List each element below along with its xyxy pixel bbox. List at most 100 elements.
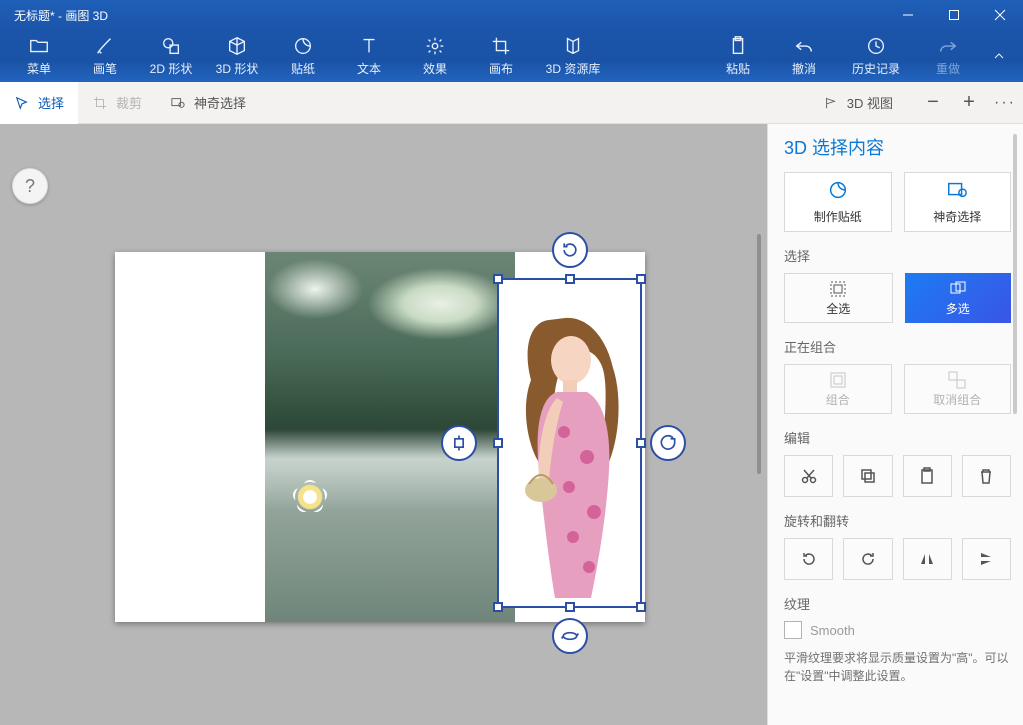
panel-title: 3D 选择内容 [784,134,1011,160]
window-close-button[interactable] [977,0,1023,30]
depth-control[interactable] [441,425,477,461]
ribbon-effect-button[interactable]: 效果 [402,30,468,82]
resize-handle-n[interactable] [565,274,575,284]
ribbon-brush-button[interactable]: 画笔 [72,30,138,82]
crop-small-icon [92,95,108,111]
ribbon-paste-button[interactable]: 粘贴 [705,30,771,82]
resize-handle-ne[interactable] [636,274,646,284]
zoom-out-button[interactable]: − [915,82,951,124]
ribbon-collapse-button[interactable] [981,30,1017,82]
flip-vertical-button[interactable] [962,538,1011,580]
ribbon-redo-label: 重做 [936,60,960,77]
tool-crop-label: 裁剪 [116,93,142,112]
cube-icon [226,35,248,57]
magic-select-card[interactable]: 神奇选择 [904,172,1012,232]
resize-handle-w[interactable] [493,438,503,448]
tool-crop[interactable]: 裁剪 [78,82,156,124]
ribbon-effect-label: 效果 [423,60,447,77]
ribbon-3d-shapes-button[interactable]: 3D 形状 [204,30,270,82]
flag-icon [823,95,839,111]
ribbon-redo-button[interactable]: 重做 [915,30,981,82]
rotate-xy-control[interactable] [552,618,588,654]
resize-handle-sw[interactable] [493,602,503,612]
make-sticker-card[interactable]: 制作贴纸 [784,172,892,232]
ribbon-text-label: 文本 [357,60,381,77]
brush-icon [94,35,116,57]
make-sticker-label: 制作贴纸 [814,208,862,225]
ribbon-2d-shapes-button[interactable]: 2D 形状 [138,30,204,82]
select-all-label: 全选 [826,300,850,317]
rotate-z-control[interactable] [552,232,588,268]
undo-icon [793,35,815,57]
ribbon-undo-button[interactable]: 撤消 [771,30,837,82]
rotate-ccw-button[interactable] [784,538,833,580]
help-button[interactable]: ? [12,168,48,204]
cut-button[interactable] [784,455,833,497]
ribbon-sticker-button[interactable]: 贴纸 [270,30,336,82]
window-minimize-button[interactable] [885,0,931,30]
selection-box[interactable] [497,278,642,608]
paste-icon [727,35,749,57]
delete-button[interactable] [962,455,1011,497]
smooth-checkbox-row[interactable]: Smooth [784,621,1011,639]
ribbon-3dlib-label: 3D 资源库 [546,60,601,77]
magic-card-icon [946,179,968,204]
ribbon-undo-label: 撤消 [792,60,816,77]
tool-magic-label: 神奇选择 [194,93,246,112]
smooth-checkbox[interactable] [784,621,802,639]
resize-handle-nw[interactable] [493,274,503,284]
ungroup-label: 取消组合 [933,391,981,408]
ungroup-button[interactable]: 取消组合 [904,364,1012,414]
group-button[interactable]: 组合 [784,364,892,414]
crop-icon [490,35,512,57]
text-icon [358,35,380,57]
more-button[interactable]: ··· [987,94,1023,112]
view-3d-toggle[interactable]: 3D 视图 [809,82,915,124]
view-3d-label: 3D 视图 [847,93,893,112]
ribbon-brush-label: 画笔 [93,60,117,77]
ribbon-text-button[interactable]: 文本 [336,30,402,82]
resize-handle-s[interactable] [565,602,575,612]
resize-handle-e[interactable] [636,438,646,448]
tool-magic-select[interactable]: 神奇选择 [156,82,260,124]
select-all-button[interactable]: 全选 [784,273,893,323]
flip-horizontal-button[interactable] [903,538,952,580]
ribbon-3d-library-button[interactable]: 3D 资源库 [534,30,612,82]
ribbon-canvas-button[interactable]: 画布 [468,30,534,82]
sticker-icon [292,35,314,57]
window-maximize-button[interactable] [931,0,977,30]
panel-scrollbar[interactable] [1013,134,1017,414]
rotate-y-control[interactable] [650,425,686,461]
sun-icon [424,35,446,57]
paste-button[interactable] [903,455,952,497]
rotate-cw-button[interactable] [843,538,892,580]
ribbon-history-button[interactable]: 历史记录 [837,30,915,82]
smooth-note: 平滑纹理要求将显示质量设置为"高"。可以在"设置"中调整此设置。 [784,649,1011,685]
canvas-scrollbar[interactable] [757,234,761,474]
ribbon-history-label: 历史记录 [852,60,900,77]
ribbon-menu-label: 菜单 [27,60,51,77]
history-icon [865,35,887,57]
magic-select-icon [170,95,186,111]
zoom-in-button[interactable]: + [951,82,987,124]
magic-select-label: 神奇选择 [933,208,981,225]
select-all-icon [829,280,847,298]
tool-select-label: 选择 [38,93,64,112]
canvas-area[interactable]: ? [0,124,767,725]
multi-select-button[interactable]: 多选 [905,273,1012,323]
ungroup-icon [948,371,966,389]
texture-section-label: 纹理 [784,594,1011,613]
smooth-label: Smooth [810,623,855,638]
sticker-card-icon [827,179,849,204]
multi-select-label: 多选 [946,300,970,317]
side-panel: 3D 选择内容 制作贴纸 神奇选择 选择 全选 多选 正在组合 [767,124,1023,725]
copy-button[interactable] [843,455,892,497]
select-section-label: 选择 [784,246,1011,265]
tool-select[interactable]: 选择 [0,82,78,124]
ribbon-canvas-label: 画布 [489,60,513,77]
ribbon: 菜单 画笔 2D 形状 3D 形状 贴纸 文本 效果 画布 3D 资源库 粘贴 [0,30,1023,82]
ribbon-2d-label: 2D 形状 [150,60,193,77]
workspace: ? [0,124,1023,725]
resize-handle-se[interactable] [636,602,646,612]
ribbon-menu-button[interactable]: 菜单 [6,30,72,82]
